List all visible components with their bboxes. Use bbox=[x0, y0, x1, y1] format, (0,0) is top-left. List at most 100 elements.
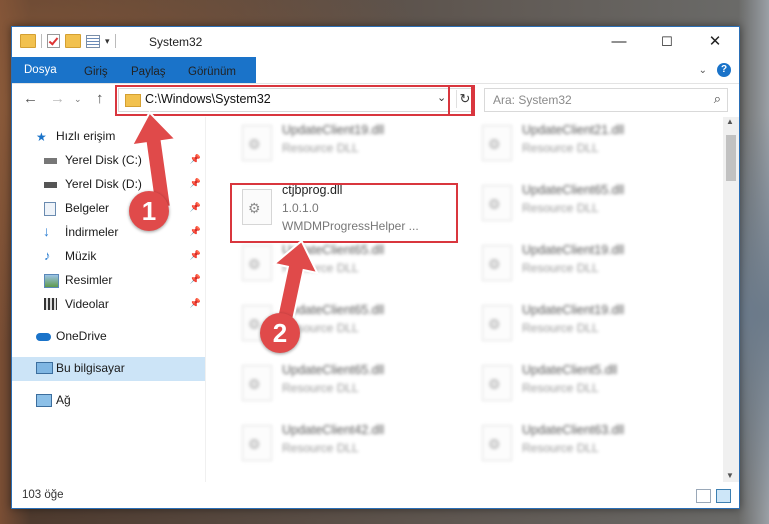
quick-access-toolbar: ▾ bbox=[20, 34, 116, 48]
pin-icon[interactable]: 📌 bbox=[190, 274, 201, 285]
pin-icon[interactable]: 📌 bbox=[190, 154, 201, 165]
file-item[interactable]: UpdateClient5.dll Resource DLL bbox=[472, 357, 692, 415]
file-item[interactable]: UpdateClient19.dll Resource DLL bbox=[472, 297, 692, 355]
status-bar: 103 öğe bbox=[12, 484, 739, 508]
maximize-button[interactable]: ☐ bbox=[644, 27, 690, 57]
file-name: UpdateClient42.dll bbox=[282, 423, 385, 437]
vertical-scrollbar[interactable]: ▲ ▼ bbox=[723, 117, 739, 482]
file-name: UpdateClient21.dll bbox=[522, 123, 625, 137]
drive-icon bbox=[44, 182, 57, 188]
dll-file-icon bbox=[482, 125, 512, 161]
chevron-down-icon[interactable]: ▾ bbox=[105, 36, 110, 47]
file-item[interactable]: UpdateClient19.dll Resource DLL bbox=[472, 237, 692, 295]
network-icon bbox=[36, 394, 52, 407]
dll-file-icon bbox=[242, 125, 272, 161]
scroll-down-icon[interactable]: ▼ bbox=[726, 471, 734, 480]
large-icons-view-icon[interactable] bbox=[716, 489, 731, 503]
pin-icon[interactable]: 📌 bbox=[190, 226, 201, 237]
view-switcher bbox=[696, 489, 731, 503]
dll-file-icon bbox=[242, 365, 272, 401]
details-view-icon[interactable] bbox=[696, 489, 711, 503]
file-name: UpdateClient19.dll bbox=[282, 123, 385, 137]
scroll-thumb[interactable] bbox=[726, 135, 736, 181]
back-arrow-icon[interactable]: ← bbox=[23, 90, 38, 107]
dll-file-icon bbox=[482, 305, 512, 341]
dll-file-icon bbox=[482, 185, 512, 221]
file-item[interactable]: UpdateClient65.dll Resource DLL bbox=[472, 177, 692, 235]
sidebar-item-label: Videolar bbox=[65, 297, 109, 311]
file-item[interactable]: UpdateClient21.dll Resource DLL bbox=[472, 117, 692, 175]
file-type: Resource DLL bbox=[282, 141, 359, 155]
drive-icon bbox=[44, 158, 57, 164]
navigation-bar: ← → ⌄ ↑ C:\Windows\System32 ⌄ ↻ Ara: Sys… bbox=[12, 84, 739, 116]
toolbar-separator bbox=[114, 34, 116, 48]
new-folder-icon[interactable] bbox=[65, 34, 81, 48]
pin-icon[interactable]: 📌 bbox=[190, 250, 201, 261]
properties-check-icon[interactable] bbox=[47, 34, 60, 48]
tab-share[interactable]: Paylaş bbox=[121, 61, 176, 83]
folder-icon bbox=[20, 34, 36, 48]
up-arrow-icon[interactable]: ↑ bbox=[96, 90, 104, 107]
file-item[interactable]: UpdateClient19.dll Resource DLL bbox=[232, 117, 452, 175]
sidebar-item-this-pc[interactable]: Bu bilgisayar bbox=[12, 357, 205, 381]
sidebar-item-network[interactable]: Ağ bbox=[12, 389, 205, 413]
expand-ribbon-icon[interactable]: ⌄ bbox=[699, 65, 707, 76]
file-type: Resource DLL bbox=[522, 441, 599, 455]
star-icon: ★ bbox=[36, 130, 47, 144]
dll-file-icon bbox=[482, 245, 512, 281]
download-icon: ↓ bbox=[43, 223, 50, 239]
window-title: System32 bbox=[149, 35, 203, 49]
file-name: UpdateClient63.dll bbox=[522, 423, 625, 437]
file-name: UpdateClient5.dll bbox=[522, 363, 618, 377]
tab-home[interactable]: Giriş bbox=[74, 61, 118, 83]
step-badge-1: 1 bbox=[129, 191, 169, 231]
pin-icon[interactable]: 📌 bbox=[190, 202, 201, 213]
search-input[interactable]: Ara: System32 ⌕ bbox=[484, 88, 728, 112]
dll-file-icon bbox=[482, 425, 512, 461]
refresh-highlight-box bbox=[448, 85, 473, 116]
file-name: UpdateClient19.dll bbox=[522, 303, 625, 317]
file-type: Resource DLL bbox=[522, 261, 599, 275]
file-type: Resource DLL bbox=[522, 321, 599, 335]
ribbon-tabs: Dosya Giriş Paylaş Görünüm ⌄ ? bbox=[12, 57, 739, 84]
dll-file-icon bbox=[482, 365, 512, 401]
pictures-icon bbox=[44, 274, 59, 288]
tab-view[interactable]: Görünüm bbox=[178, 61, 246, 83]
sidebar-item-videos[interactable]: Videolar 📌 bbox=[12, 293, 205, 317]
sidebar-item-label: Ağ bbox=[56, 393, 71, 407]
sidebar-item-label: İndirmeler bbox=[65, 225, 119, 239]
recent-locations-icon[interactable]: ⌄ bbox=[74, 94, 82, 105]
file-type: Resource DLL bbox=[282, 441, 359, 455]
sidebar-item-label: OneDrive bbox=[56, 329, 107, 343]
sidebar-item-label: Resimler bbox=[65, 273, 113, 287]
dll-file-icon bbox=[242, 425, 272, 461]
file-type: Resource DLL bbox=[522, 201, 599, 215]
item-count: 103 öğe bbox=[22, 489, 64, 501]
help-icon[interactable]: ? bbox=[717, 63, 731, 77]
search-icon[interactable]: ⌕ bbox=[714, 91, 721, 107]
search-placeholder: Ara: System32 bbox=[493, 93, 572, 107]
pin-icon[interactable]: 📌 bbox=[190, 298, 201, 309]
pin-icon[interactable]: 📌 bbox=[190, 178, 201, 189]
file-name: UpdateClient65.dll bbox=[522, 183, 625, 197]
close-button[interactable]: ✕ bbox=[692, 27, 738, 57]
sidebar-item-music[interactable]: ♪ Müzik 📌 bbox=[12, 245, 205, 269]
title-bar: ▾ System32 — ☐ ✕ bbox=[12, 27, 739, 57]
minimize-button[interactable]: — bbox=[596, 27, 642, 57]
file-type: Resource DLL bbox=[522, 141, 599, 155]
file-name: UpdateClient19.dll bbox=[522, 243, 625, 257]
file-item[interactable]: UpdateClient65.dll Resource DLL bbox=[232, 357, 452, 415]
properties-icon[interactable] bbox=[86, 34, 100, 48]
forward-arrow-icon[interactable]: → bbox=[50, 90, 65, 107]
file-type: Resource DLL bbox=[522, 381, 599, 395]
sidebar-item-downloads[interactable]: ↓ İndirmeler 📌 bbox=[12, 221, 205, 245]
sidebar-item-onedrive[interactable]: OneDrive bbox=[12, 325, 205, 349]
file-item[interactable]: UpdateClient42.dll Resource DLL bbox=[232, 417, 452, 475]
sidebar-item-pictures[interactable]: Resimler 📌 bbox=[12, 269, 205, 293]
videos-icon bbox=[44, 298, 57, 310]
scroll-up-icon[interactable]: ▲ bbox=[726, 117, 734, 126]
sidebar-item-label: Bu bilgisayar bbox=[56, 361, 125, 375]
music-icon: ♪ bbox=[44, 248, 51, 263]
pane-divider[interactable] bbox=[205, 117, 206, 482]
file-item[interactable]: UpdateClient63.dll Resource DLL bbox=[472, 417, 692, 475]
